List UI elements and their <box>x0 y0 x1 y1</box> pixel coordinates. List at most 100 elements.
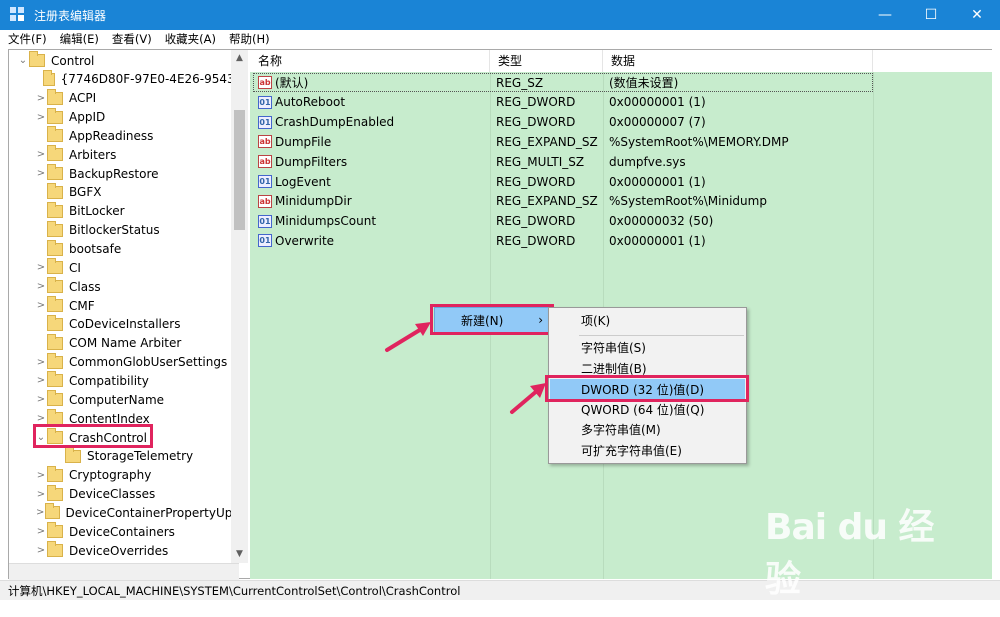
submenu-item-string[interactable]: 字符串值(S) <box>550 337 745 357</box>
value-row[interactable]: ab MinidumpDir REG_EXPAND_SZ %SystemRoot%\M… <box>250 192 992 211</box>
value-row[interactable]: ab (默认) REG_SZ (数值未设置) <box>250 73 992 92</box>
value-name: LogEvent <box>275 174 331 189</box>
collapse-chevron-icon[interactable]: > <box>35 489 47 500</box>
collapse-chevron-icon[interactable]: > <box>35 357 47 368</box>
submenu-item-multi-string[interactable]: 多字符串值(M) <box>550 419 745 439</box>
value-data: %SystemRoot%\MEMORY.DMP <box>609 134 789 149</box>
tree-item[interactable]: > AppID <box>9 107 239 127</box>
folder-icon <box>47 484 63 501</box>
collapse-chevron-icon[interactable]: > <box>35 413 47 424</box>
value-type: REG_EXPAND_SZ <box>496 194 598 209</box>
collapse-chevron-icon[interactable]: > <box>35 545 47 556</box>
tree-item[interactable]: > Cryptography <box>9 465 239 485</box>
folder-icon <box>47 522 63 539</box>
collapse-chevron-icon[interactable]: > <box>35 149 47 160</box>
collapse-chevron-icon[interactable]: > <box>35 168 47 179</box>
baidu-watermark: Bai du 经验 jingyan.baidu.com <box>765 498 945 617</box>
tree-item[interactable]: > Class <box>9 277 239 296</box>
collapse-chevron-icon[interactable]: > <box>35 526 47 537</box>
menu-view[interactable]: 查看(V) <box>112 31 152 47</box>
collapse-chevron-icon[interactable]: > <box>35 394 47 405</box>
value-row[interactable]: 01 CrashDumpEnabled REG_DWORD 0x00000007 (7… <box>250 113 992 132</box>
tree-item-label: Arbiters <box>69 147 117 162</box>
collapse-chevron-icon[interactable]: > <box>35 93 47 104</box>
tree-item[interactable]: bootsafe <box>9 239 239 259</box>
folder-icon <box>43 69 55 86</box>
tree-item[interactable]: > CommonGlobUserSettings <box>9 352 239 372</box>
value-name: DumpFilters <box>275 154 348 169</box>
folder-icon <box>47 352 63 369</box>
list-header: 名称 类型 数据 <box>250 50 992 72</box>
tree-item-label: CI <box>69 260 81 275</box>
tree-item[interactable]: BitLocker <box>9 201 239 221</box>
value-row[interactable]: 01 LogEvent REG_DWORD 0x00000001 (1) <box>250 172 992 191</box>
expand-chevron-icon[interactable]: ⌄ <box>17 55 29 66</box>
minimize-button[interactable]: — <box>862 0 908 30</box>
tree-item[interactable]: CoDeviceInstallers <box>9 314 239 334</box>
value-row[interactable]: 01 Overwrite REG_DWORD 0x00000001 (1) <box>250 231 992 250</box>
value-row[interactable]: ab DumpFilters REG_MULTI_SZ dumpfve.sys <box>250 152 992 171</box>
key-tree: ⌄ Control {7746D80F-97E0-4E26-9543- > ACPI > A… <box>9 50 239 563</box>
header-name[interactable]: 名称 <box>250 50 490 72</box>
maximize-button[interactable]: ☐ <box>908 0 954 30</box>
folder-icon <box>47 239 63 256</box>
header-type[interactable]: 类型 <box>490 50 603 72</box>
dword-highlight <box>545 375 749 402</box>
tree-item[interactable]: AppReadiness <box>9 126 239 145</box>
tree-item[interactable]: BGFX <box>9 182 239 202</box>
value-row[interactable]: 01 AutoReboot REG_DWORD 0x00000001 (1) <box>250 93 992 112</box>
tree-item[interactable]: > CI <box>9 258 239 277</box>
close-button[interactable]: ✕ <box>954 0 1000 30</box>
new-highlight <box>430 304 554 335</box>
tree-item[interactable]: > DeviceContainers <box>9 522 239 541</box>
scroll-thumb[interactable] <box>234 110 245 230</box>
value-row[interactable]: ab DumpFile REG_EXPAND_SZ %SystemRoot%\MEMO… <box>250 132 992 151</box>
collapse-chevron-icon[interactable]: > <box>35 281 47 292</box>
menu-edit[interactable]: 编辑(E) <box>60 31 99 47</box>
tree-horizontal-scrollbar[interactable] <box>9 563 239 580</box>
menu-help[interactable]: 帮助(H) <box>229 31 270 47</box>
value-name: MinidumpsCount <box>275 214 377 229</box>
tree-item[interactable]: ⌄ Control <box>9 51 239 70</box>
folder-icon <box>47 220 63 237</box>
value-row[interactable]: 01 MinidumpsCount REG_DWORD 0x00000032 (50) <box>250 212 992 231</box>
header-data[interactable]: 数据 <box>603 50 873 72</box>
tree-item[interactable]: > Compatibility <box>9 371 239 390</box>
registry-editor-icon <box>10 7 26 23</box>
tree-item[interactable]: > ComputerName <box>9 390 239 409</box>
tree-item[interactable]: > ACPI <box>9 88 239 108</box>
collapse-chevron-icon[interactable]: > <box>35 300 47 311</box>
folder-icon <box>47 465 63 482</box>
string-value-icon: ab <box>258 135 272 149</box>
submenu-item-qword[interactable]: QWORD (64 位)值(Q) <box>550 399 745 419</box>
collapse-chevron-icon[interactable]: > <box>35 262 47 273</box>
collapse-chevron-icon[interactable]: > <box>35 507 45 518</box>
menu-favorites[interactable]: 收藏夹(A) <box>165 31 216 47</box>
scroll-up-icon[interactable]: ▲ <box>231 50 248 67</box>
tree-item[interactable]: StorageTelemetry <box>9 446 239 466</box>
tree-item[interactable]: {7746D80F-97E0-4E26-9543- <box>9 69 239 89</box>
collapse-chevron-icon[interactable]: > <box>35 112 47 123</box>
collapse-chevron-icon[interactable]: > <box>35 375 47 386</box>
submenu-item-key[interactable]: 项(K) <box>550 310 745 330</box>
submenu-item-expandable-string[interactable]: 可扩充字符串值(E) <box>550 440 745 460</box>
tree-item[interactable]: > Arbiters <box>9 145 239 164</box>
tree-item[interactable]: BitlockerStatus <box>9 220 239 240</box>
menu-divider <box>579 335 744 336</box>
tree-item[interactable]: > DeviceOverrides <box>9 541 239 560</box>
tree-vertical-scrollbar[interactable]: ▲ ▼ <box>231 50 248 563</box>
tree-item[interactable]: > CMF <box>9 296 239 315</box>
value-name: AutoReboot <box>275 95 346 110</box>
collapse-chevron-icon[interactable]: > <box>35 470 47 481</box>
folder-icon <box>47 277 63 294</box>
string-value-icon: ab <box>258 155 272 169</box>
value-name: MinidumpDir <box>275 194 352 209</box>
tree-item[interactable]: > DeviceClasses <box>9 484 239 504</box>
scroll-down-icon[interactable]: ▼ <box>231 546 248 563</box>
tree-item[interactable]: > BackupRestore <box>9 164 239 183</box>
tree-item[interactable]: COM Name Arbiter <box>9 333 239 353</box>
menu-file[interactable]: 文件(F) <box>8 31 47 47</box>
folder-icon <box>47 314 63 331</box>
value-type: REG_EXPAND_SZ <box>496 134 598 149</box>
tree-item[interactable]: > DeviceContainerPropertyUpc <box>9 503 239 522</box>
